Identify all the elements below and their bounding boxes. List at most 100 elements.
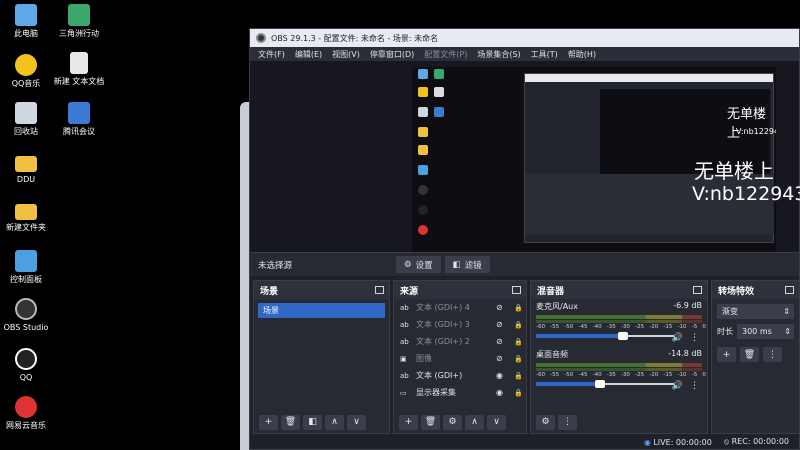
menu-profile[interactable]: 配置文件(P) <box>424 49 467 60</box>
source-item[interactable]: ▣ 图像 ⊘ 🔒 <box>394 350 526 367</box>
desktop-icon-delta-force[interactable]: 三角洲行动 <box>52 4 106 39</box>
scenes-dock: 场景 场景 + 🗑 ◧ ∧ ∨ <box>253 280 390 434</box>
volume-meter <box>536 315 702 319</box>
spinner-icon[interactable]: ⇕ <box>784 327 791 336</box>
visibility-visible-icon[interactable]: ◉ <box>496 371 508 380</box>
menu-tools[interactable]: 工具(T) <box>531 49 558 60</box>
source-item[interactable]: ab 文本 (GDI+) ◉ 🔒 <box>394 367 526 384</box>
nested-title-bar <box>525 74 773 82</box>
netease-music-icon <box>15 396 37 418</box>
move-up-button[interactable]: ∧ <box>465 414 484 430</box>
sources-title: 来源 <box>400 286 419 297</box>
source-item[interactable]: ab 文本 (GDI+) 3 ⊘ 🔒 <box>394 316 526 333</box>
lock-icon[interactable]: 🔒 <box>514 321 526 329</box>
move-down-button[interactable]: ∨ <box>487 414 506 430</box>
mixer-toolbar: ⚙ ⋮ <box>531 411 707 433</box>
lock-icon[interactable]: 🔒 <box>514 355 526 363</box>
volume-meter <box>536 320 702 323</box>
properties-button[interactable]: ⚙ 设置 <box>396 256 441 273</box>
desktop-icon-netease-music[interactable]: 网易云音乐 <box>0 396 53 431</box>
desktop-icon-qq[interactable]: QQ <box>0 348 53 383</box>
visibility-hidden-icon[interactable]: ⊘ <box>496 337 508 346</box>
desktop-icon-new-folder[interactable]: 新建文件夹 <box>0 200 53 233</box>
undock-icon[interactable] <box>785 286 794 294</box>
mini-desktop-icon <box>434 107 444 117</box>
move-down-button[interactable]: ∨ <box>347 414 366 430</box>
desktop-icon-obs[interactable]: OBS Studio <box>0 298 53 333</box>
transitions-dock: 转场特效 渐变 ⇕ 时长 300 ms ⇕ + 🗑 ⋮ <box>711 280 800 434</box>
add-transition-button[interactable]: + <box>717 347 736 362</box>
mini-desktop-icon <box>434 69 444 79</box>
source-item[interactable]: ab 文本 (GDI+) 4 ⊘ 🔒 <box>394 299 526 316</box>
menu-view[interactable]: 视图(V) <box>332 49 360 60</box>
visibility-hidden-icon[interactable]: ⊘ <box>496 354 508 363</box>
lock-icon[interactable]: 🔒 <box>514 372 526 380</box>
desktop-icon-qq-music[interactable]: QQ音乐 <box>0 54 53 89</box>
desktop-icon-ddu[interactable]: DDU <box>0 152 53 185</box>
meter-tick-label: -35 <box>606 324 616 330</box>
slider-handle[interactable] <box>595 380 606 388</box>
meter-tick-label: -45 <box>578 324 588 330</box>
desktop-icon-new-text-doc[interactable]: 新建 文本文档 <box>52 52 106 87</box>
menu-edit[interactable]: 编辑(E) <box>295 49 322 60</box>
volume-slider[interactable] <box>536 332 676 340</box>
source-item[interactable]: ab 文本 (GDI+) 2 ⊘ 🔒 <box>394 333 526 350</box>
speaker-icon[interactable]: 🔊 <box>672 381 683 391</box>
overlay-text-small-2: V:nb12294 <box>736 127 776 136</box>
more-options-icon[interactable]: ⋮ <box>690 381 699 391</box>
undock-icon[interactable] <box>512 286 521 294</box>
lock-icon[interactable]: 🔒 <box>514 338 526 346</box>
sources-dock: 来源 ab 文本 (GDI+) 4 ⊘ 🔒 ab 文本 (GDI+) 3 ⊘ 🔒… <box>393 280 527 434</box>
scene-filters-button[interactable]: ◧ <box>303 414 322 430</box>
menu-help[interactable]: 帮助(H) <box>568 49 596 60</box>
move-up-button[interactable]: ∧ <box>325 414 344 430</box>
properties-label: 设置 <box>415 260 433 271</box>
scene-list-item[interactable]: 场景 <box>258 303 385 318</box>
meter-tick-label: -60 <box>536 372 545 378</box>
volume-slider[interactable] <box>536 380 676 388</box>
visibility-visible-icon[interactable]: ◉ <box>496 388 508 397</box>
desktop-icon-tencent-meeting[interactable]: 腾讯会议 <box>52 102 106 137</box>
source-properties-button[interactable]: ⚙ <box>443 414 462 430</box>
lock-icon[interactable]: 🔒 <box>514 389 526 397</box>
source-item[interactable]: ▭ 显示器采集 ◉ 🔒 <box>394 384 526 401</box>
meter-tick-label: -55 <box>550 324 560 330</box>
visibility-hidden-icon[interactable]: ⊘ <box>496 303 508 312</box>
menu-file[interactable]: 文件(F) <box>258 49 285 60</box>
transitions-title: 转场特效 <box>718 286 755 297</box>
remove-transition-button[interactable]: 🗑 <box>740 347 759 362</box>
add-source-button[interactable]: + <box>399 414 418 430</box>
mixer-menu-button[interactable]: ⋮ <box>558 414 577 430</box>
menu-scene-collection[interactable]: 场景集合(S) <box>477 49 520 60</box>
meter-tick-label: -5 <box>691 372 698 378</box>
desktop-icon-control-panel[interactable]: 控制面板 <box>0 250 53 285</box>
meter-tick-label: -40 <box>592 324 602 330</box>
duration-label: 时长 <box>717 327 733 336</box>
remove-source-button[interactable]: 🗑 <box>421 414 440 430</box>
add-scene-button[interactable]: + <box>259 414 278 430</box>
no-source-selected-label: 未选择源 <box>258 260 293 271</box>
menu-docks[interactable]: 停靠窗口(D) <box>370 49 414 60</box>
folder-icon <box>15 204 37 220</box>
channel-name: 麦克风/Aux <box>536 302 578 311</box>
volume-meter <box>536 363 702 367</box>
mini-desktop-icon <box>418 165 428 175</box>
desktop-icon-this-pc[interactable]: 此电脑 <box>0 4 53 39</box>
speaker-icon[interactable]: 🔊 <box>672 333 683 343</box>
filters-button[interactable]: ◧ 滤镜 <box>444 256 490 273</box>
undock-icon[interactable] <box>693 286 702 294</box>
advanced-audio-button[interactable]: ⚙ <box>536 414 555 430</box>
visibility-hidden-icon[interactable]: ⊘ <box>496 320 508 329</box>
image-source-icon: ▣ <box>400 354 407 363</box>
remove-scene-button[interactable]: 🗑 <box>281 414 300 430</box>
duration-spinbox[interactable]: 300 ms ⇕ <box>737 324 794 339</box>
undock-icon[interactable] <box>375 286 384 294</box>
desktop-icon-recycle-bin[interactable]: 回收站 <box>0 102 53 137</box>
transition-select[interactable]: 渐变 ⇕ <box>717 304 794 319</box>
lock-icon[interactable]: 🔒 <box>514 304 526 312</box>
title-bar: OBS 29.1.3 - 配置文件: 未命名 - 场景: 未命名 <box>250 29 799 47</box>
transition-menu-button[interactable]: ⋮ <box>763 347 782 362</box>
slider-handle[interactable] <box>617 332 628 340</box>
more-options-icon[interactable]: ⋮ <box>690 333 699 343</box>
monitor-source-icon: ▭ <box>400 388 407 397</box>
